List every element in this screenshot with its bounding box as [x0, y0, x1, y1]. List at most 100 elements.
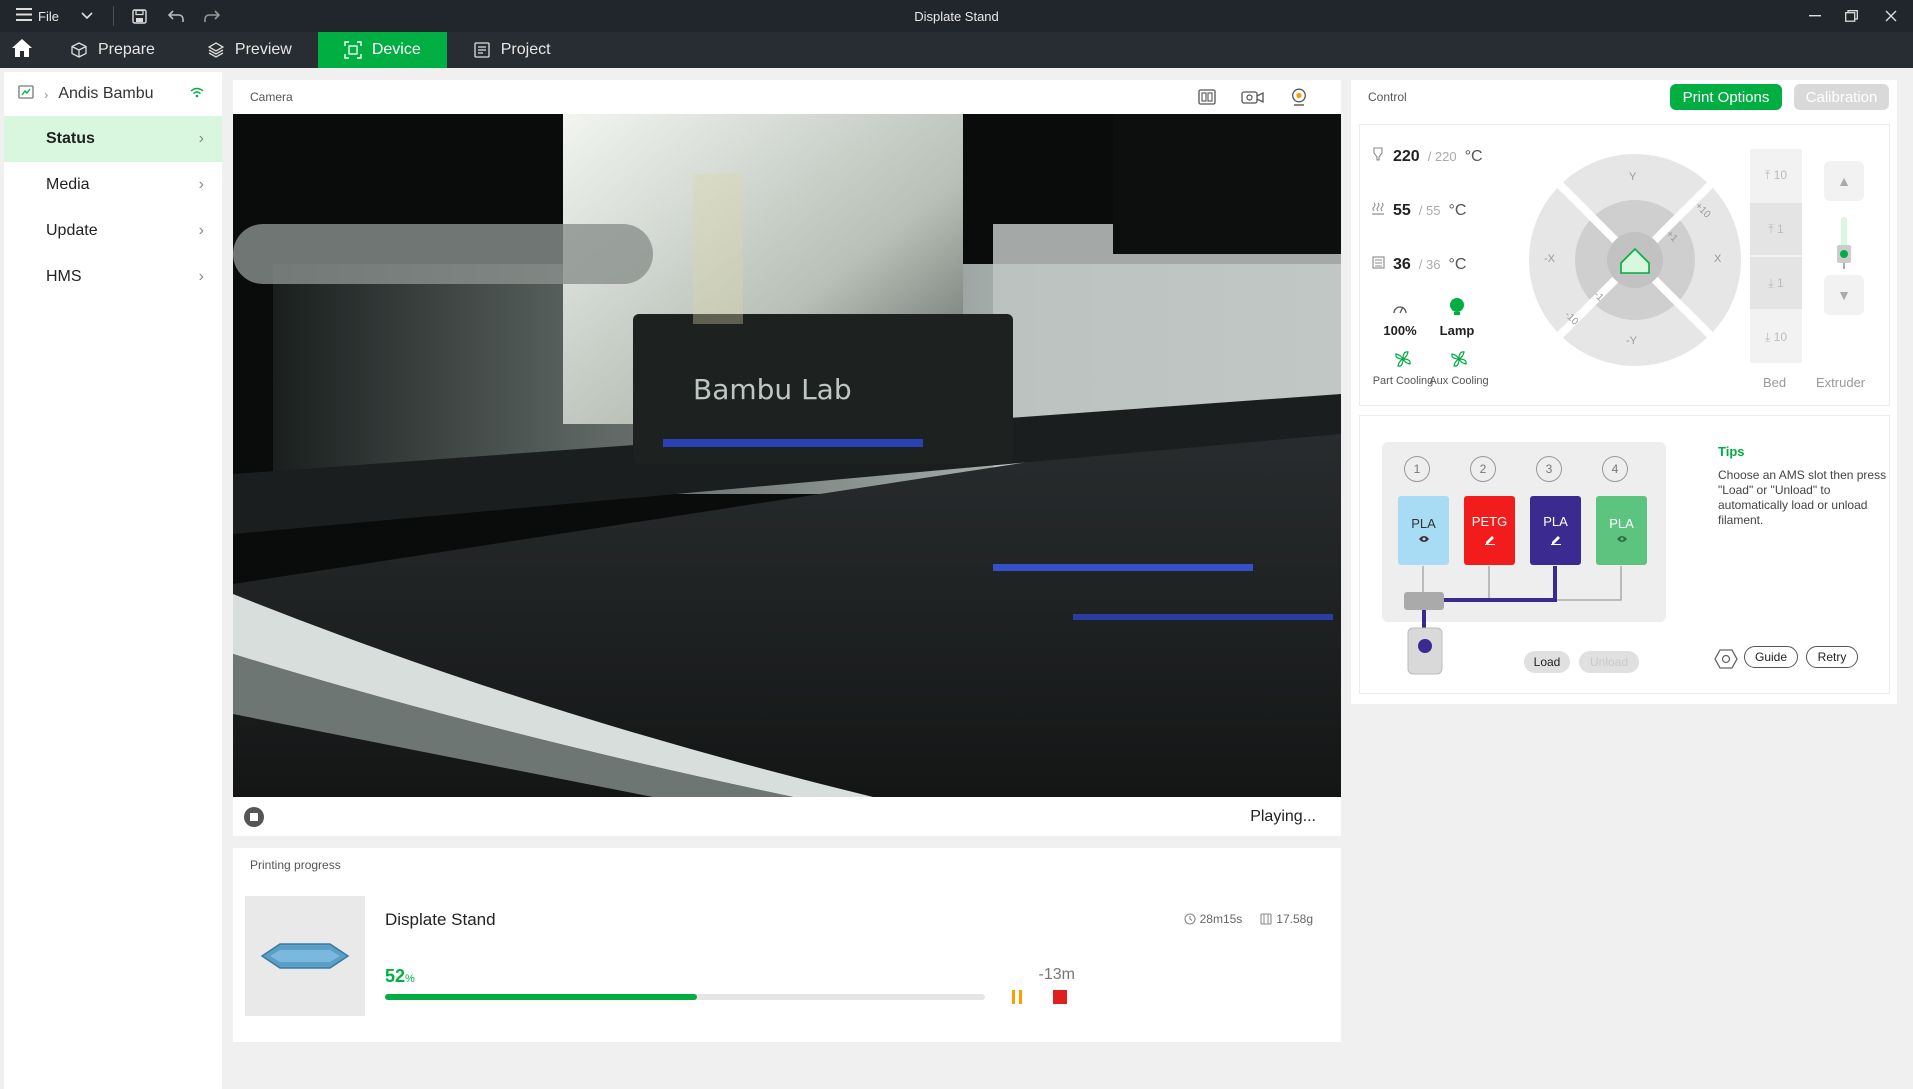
ams-slot-number: 4 [1602, 456, 1628, 482]
ams-slot-2[interactable]: PETG [1464, 496, 1515, 565]
tab-project-label: Project [500, 41, 551, 58]
extruder-up-button[interactable]: ▲ [1824, 161, 1864, 201]
tab-device[interactable]: Device [317, 32, 447, 68]
lamp-label: Lamp [1439, 323, 1475, 338]
device-selector[interactable]: › Andis Bambu [4, 72, 222, 116]
ams-box: 1 2 3 4 PLA PETG PLA PLA Tips Choose an … [1359, 415, 1890, 694]
control-box: 220 / 220 °C 55 / 55 °C 36 / 36 °C 100% [1359, 124, 1890, 406]
minimize-icon[interactable] [1797, 0, 1833, 32]
nozzle-icon [1371, 147, 1385, 161]
unload-button[interactable]: Unload [1579, 651, 1639, 673]
jog-y-minus[interactable]: -Y [1626, 335, 1637, 347]
pause-button[interactable] [1009, 990, 1025, 1006]
ams-slot-material: PLA [1411, 515, 1436, 531]
sidebar-item-label: Update [46, 222, 98, 239]
ams-slot-material: PLA [1543, 513, 1568, 529]
nozzle-temp[interactable]: 220 / 220 °C [1371, 147, 1483, 166]
bed-up-10[interactable]: ⤒ 10 [1750, 149, 1802, 201]
jog-x-plus[interactable]: X [1714, 253, 1721, 265]
home-button[interactable] [0, 32, 44, 68]
bed-up-1[interactable]: ⤒ 1 [1750, 203, 1802, 255]
chamber-temp-target: / 36 [1418, 256, 1441, 272]
sidebar-item-status[interactable]: Status › [4, 116, 222, 162]
extruder-down-button[interactable]: ▼ [1824, 275, 1864, 315]
tab-preview-label: Preview [234, 41, 292, 58]
ams-slot-4[interactable]: PLA [1596, 496, 1647, 565]
bed-temp-target: / 55 [1418, 203, 1441, 218]
chamber-temp-current: 36 [1393, 255, 1411, 273]
bed-z-controls: ⤒ 10 ⤒ 1 ⤓ 1 ⤓ 10 [1750, 149, 1802, 363]
triangle-up-icon: ▲ [1837, 173, 1851, 189]
load-button[interactable]: Load [1524, 651, 1570, 673]
arrow-down-icon: ⤓ [1765, 329, 1774, 344]
bed-temp[interactable]: 55 / 55 °C [1371, 201, 1466, 220]
nozzle-temp-current: 220 [1393, 148, 1420, 165]
sidebar-item-media[interactable]: Media › [4, 162, 222, 208]
progress-percent-sign: % [405, 973, 415, 985]
jog-y-plus[interactable]: Y [1629, 171, 1636, 183]
webcam-icon[interactable] [1287, 86, 1311, 108]
guide-button[interactable]: Guide [1744, 646, 1798, 668]
tab-prepare[interactable]: Prepare [44, 32, 181, 68]
camera-header: Camera [250, 90, 293, 104]
ams-slot-material: PETG [1471, 513, 1508, 529]
ams-slot-3[interactable]: PLA [1530, 496, 1581, 565]
save-icon[interactable] [122, 0, 158, 32]
print-speed[interactable]: 100% [1370, 323, 1430, 338]
chevron-down-icon[interactable] [69, 0, 105, 32]
tab-device-label: Device [371, 41, 421, 58]
camera-feed[interactable]: Bambu Lab [233, 114, 1341, 797]
sidebar-item-update[interactable]: Update › [4, 208, 222, 254]
bed-down-1[interactable]: ⤓ 1 [1750, 257, 1802, 309]
stop-stream-button[interactable] [244, 806, 264, 827]
tab-prepare-label: Prepare [98, 41, 155, 58]
progress-percent: 52% [385, 966, 415, 987]
pen-icon [1550, 533, 1562, 548]
retry-button[interactable]: Retry [1806, 646, 1858, 668]
maximize-icon[interactable] [1833, 0, 1869, 32]
eye-icon [1616, 535, 1628, 546]
sidebar-item-label: HMS [46, 268, 82, 285]
undo-icon[interactable] [158, 0, 194, 32]
lamp-icon[interactable] [1448, 297, 1466, 322]
bed-down-1-label: 1 [1776, 276, 1784, 290]
clock-icon [1184, 913, 1196, 925]
heatbed-icon [1371, 201, 1385, 215]
progress-bar [385, 994, 985, 1000]
fan-icon[interactable] [1393, 349, 1413, 374]
bed-down-10[interactable]: ⤓ 10 [1750, 311, 1802, 363]
printer-icon [18, 84, 34, 104]
tips-title: Tips [1718, 444, 1745, 459]
time-remaining: -13m [1038, 966, 1075, 983]
stop-print-button[interactable] [1053, 990, 1067, 1004]
job-thumbnail [245, 896, 365, 1016]
main-tab-bar: Prepare Preview Device Project [0, 32, 1913, 68]
redo-icon[interactable] [194, 0, 230, 32]
file-menu[interactable]: File [0, 8, 69, 24]
extruder-indicator [1836, 217, 1852, 271]
bed-temp-unit: °C [1448, 202, 1467, 219]
ams-slot-1[interactable]: PLA [1398, 496, 1449, 565]
triangle-down-icon: ▼ [1837, 287, 1851, 303]
cube-icon [70, 41, 88, 59]
fan-icon[interactable] [1449, 349, 1469, 374]
sd-card-icon[interactable] [1195, 86, 1219, 108]
axis-jog-wheel[interactable]: Y -Y X -X +10 +1 -1 -10 [1528, 153, 1742, 367]
stream-status: Playing... [1250, 807, 1316, 825]
sidebar-item-hms[interactable]: HMS › [4, 254, 222, 300]
ams-settings-icon[interactable] [1714, 648, 1738, 675]
ams-slot-number: 3 [1536, 456, 1562, 482]
calibration-button[interactable]: Calibration [1794, 84, 1889, 110]
tab-project[interactable]: Project [447, 32, 577, 68]
arrow-up-icon: ⤒ [1765, 167, 1774, 182]
chamber-temp-unit: °C [1448, 255, 1467, 273]
video-record-icon[interactable] [1241, 86, 1265, 108]
close-icon[interactable] [1869, 0, 1913, 32]
jog-x-minus[interactable]: -X [1544, 253, 1555, 265]
progress-percent-value: 52 [385, 966, 406, 986]
print-options-button[interactable]: Print Options [1670, 84, 1782, 110]
layers-icon [207, 41, 225, 59]
tab-preview[interactable]: Preview [181, 32, 318, 68]
print-time: 28m15s [1184, 912, 1242, 926]
hamburger-icon [16, 8, 32, 24]
